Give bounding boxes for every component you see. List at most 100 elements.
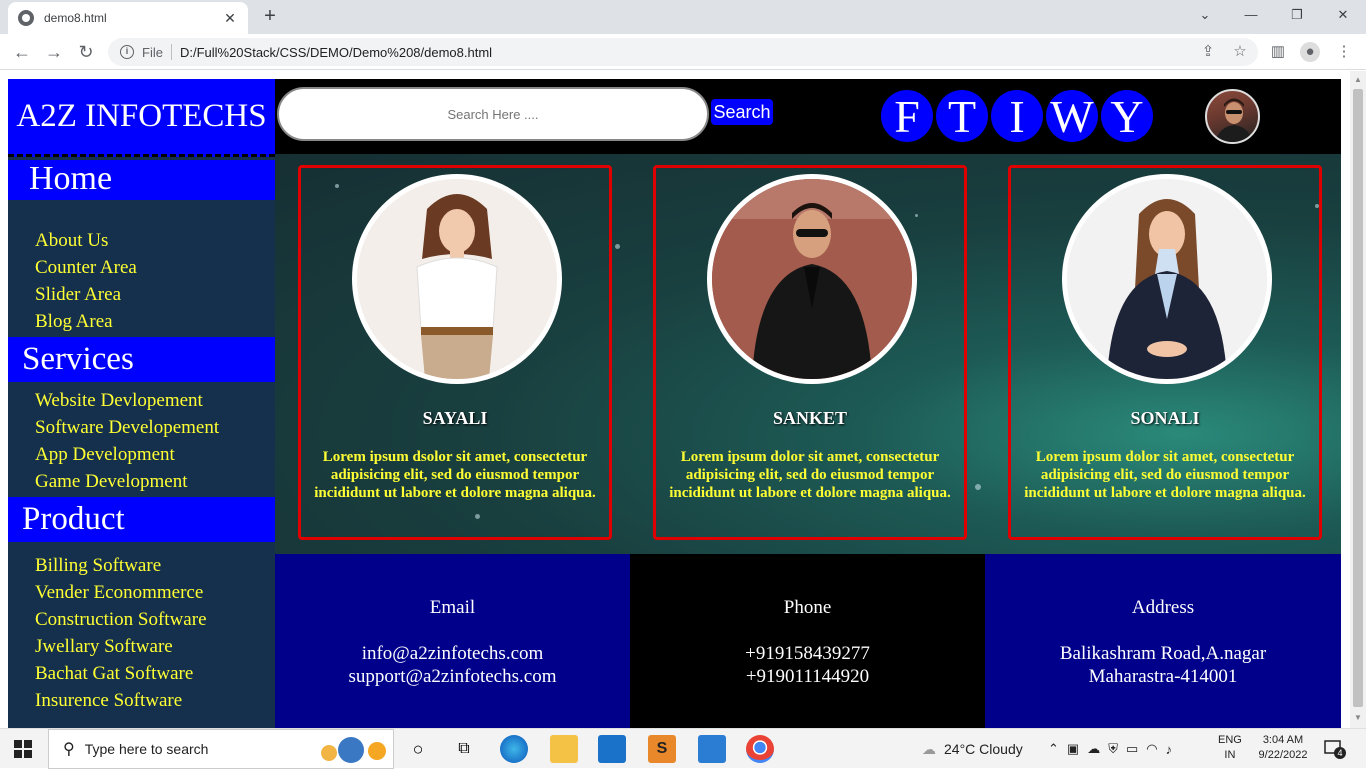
chrome-icon[interactable] [746, 735, 774, 763]
sidebar-item-website-development[interactable]: Website Devlopement [35, 390, 203, 412]
footer-email-line[interactable]: support@a2zinfotechs.com [275, 666, 630, 688]
sublime-text-icon[interactable]: S [648, 735, 676, 763]
clock-date: 9/22/2022 [1258, 749, 1308, 761]
defender-icon[interactable]: ⛨ [1108, 741, 1118, 757]
sidebar-item-game-development[interactable]: Game Development [35, 471, 187, 493]
sidebar-item-jewellery-software[interactable]: Jwellary Software [35, 636, 173, 658]
tab-search-chevron-icon[interactable]: ⌄ [1182, 0, 1228, 30]
close-tab-icon[interactable]: ✕ [222, 10, 238, 27]
footer-address: Address Balikashram Road,A.nagar Maharas… [985, 554, 1341, 728]
system-tray: ⌃ ▣ ☁ ⛨ ▭ ◠ ♪ [1048, 729, 1172, 769]
weather-balloon-icon [317, 736, 387, 764]
sidebar-heading-home[interactable]: Home [8, 160, 275, 200]
sidebar-item-construction-software[interactable]: Construction Software [35, 609, 207, 631]
site-search-input[interactable] [277, 87, 709, 141]
sidebar-item-counter-area[interactable]: Counter Area [35, 257, 137, 279]
sidebar-item-about-us[interactable]: About Us [35, 230, 108, 252]
sidebar-item-insurance-software[interactable]: Insurence Software [35, 690, 182, 712]
wifi-icon[interactable]: ◠ [1146, 741, 1157, 757]
cortana-icon[interactable]: ○ [404, 735, 432, 763]
windows-start-icon[interactable] [14, 740, 32, 758]
team-member-photo [352, 174, 562, 384]
bookmark-star-icon[interactable]: ☆ [1230, 42, 1250, 62]
team-member-photo [1062, 174, 1272, 384]
scroll-up-arrow-icon[interactable]: ▲ [1350, 75, 1366, 84]
facebook-icon[interactable]: F [881, 90, 933, 142]
edge-browser-icon[interactable] [500, 735, 528, 763]
photos-icon[interactable] [698, 735, 726, 763]
forward-icon[interactable]: → [42, 40, 66, 64]
scroll-down-arrow-icon[interactable]: ▼ [1350, 713, 1366, 722]
taskbar-search[interactable]: ⚲ Type here to search [48, 729, 394, 769]
team-cards-section: SAYALI Lorem ipsum dsolor sit amet, cons… [275, 154, 1341, 554]
footer-phone-line[interactable]: +919011144920 [630, 666, 985, 688]
browser-tab-strip: demo8.html ✕ + ⌄ — ❐ ✕ [0, 0, 1366, 34]
search-icon: ⚲ [63, 741, 75, 758]
footer-phone-line[interactable]: +919158439277 [630, 643, 985, 665]
site-header: Search F T I W Y [275, 79, 1341, 154]
sidebar-heading-services[interactable]: Services [8, 337, 275, 382]
new-tab-icon[interactable]: + [258, 4, 282, 28]
sidebar-item-slider-area[interactable]: Slider Area [35, 284, 121, 306]
url-text: D:/Full%20Stack/CSS/DEMO/Demo%208/demo8.… [179, 44, 493, 60]
language-indicator[interactable]: ENG IN [1218, 733, 1242, 763]
footer-address-title: Address [1131, 597, 1195, 618]
team-card: SONALI Lorem ipsum dolor sit amet, conse… [1008, 165, 1322, 540]
sidebar-item-blog-area[interactable]: Blog Area [35, 311, 113, 333]
footer-email: Email info@a2zinfotechs.com support@a2zi… [275, 554, 630, 728]
user-avatar[interactable] [1205, 89, 1260, 144]
twitter-icon[interactable]: T [936, 90, 988, 142]
minimize-icon[interactable]: — [1228, 0, 1274, 30]
notification-center-icon[interactable]: 4 [1324, 739, 1346, 759]
site-search-button[interactable]: Search [711, 99, 773, 125]
task-view-icon[interactable]: ⧉ [450, 735, 478, 763]
menu-kebab-icon[interactable]: ⋮ [1334, 42, 1354, 62]
sidebar-item-app-development[interactable]: App Development [35, 444, 175, 466]
scrollbar-thumb[interactable] [1353, 89, 1363, 707]
mail-icon[interactable] [598, 735, 626, 763]
sidebar-item-bachat-gat-software[interactable]: Bachat Gat Software [35, 663, 193, 685]
background-sparkle [615, 244, 620, 249]
team-member-name: SONALI [1130, 408, 1200, 428]
whatsapp-icon[interactable]: W [1046, 90, 1098, 142]
windows-taskbar: ⚲ Type here to search ○ ⧉ S ☁ 24°C Cloud… [0, 728, 1366, 769]
onedrive-icon[interactable]: ☁ [1087, 741, 1100, 757]
side-panel-icon[interactable]: ▥ [1268, 42, 1288, 62]
notification-count-badge: 4 [1334, 747, 1346, 759]
team-member-bio: Lorem ipsum dsolor sit amet, consectetur… [314, 449, 596, 501]
page-scrollbar[interactable]: ▲ ▼ [1350, 71, 1366, 728]
site-logo[interactable]: A2Z INFOTECHS [8, 79, 275, 157]
sidebar-item-software-development[interactable]: Software Developement [35, 417, 219, 439]
language-line-1: ENG [1218, 734, 1242, 746]
back-icon[interactable]: ← [10, 40, 34, 64]
weather-widget[interactable]: ☁ 24°C Cloudy [922, 729, 1023, 769]
file-explorer-icon[interactable] [550, 735, 578, 763]
omnibox[interactable]: i File D:/Full%20Stack/CSS/DEMO/Demo%208… [108, 38, 1258, 66]
clock[interactable]: 3:04 AM 9/22/2022 [1252, 733, 1314, 763]
restore-icon[interactable]: ❐ [1274, 0, 1320, 30]
browser-tab[interactable]: demo8.html ✕ [8, 2, 248, 34]
tray-chevron-up-icon[interactable]: ⌃ [1048, 741, 1059, 757]
youtube-icon[interactable]: Y [1101, 90, 1153, 142]
sidebar-item-vender-ecommerce[interactable]: Vender Econommerce [35, 582, 203, 604]
meet-now-icon[interactable]: ▣ [1067, 741, 1079, 757]
url-scheme: File [142, 44, 163, 60]
sidebar-item-billing-software[interactable]: Billing Software [35, 555, 161, 577]
weather-text: 24°C Cloudy [944, 741, 1023, 757]
footer-email-line[interactable]: info@a2zinfotechs.com [275, 643, 630, 665]
profile-icon[interactable]: ● [1300, 42, 1320, 62]
team-member-name: SAYALI [422, 408, 488, 428]
volume-icon[interactable]: ♪ [1166, 742, 1173, 757]
background-sparkle [975, 484, 981, 490]
close-window-icon[interactable]: ✕ [1320, 0, 1366, 30]
battery-icon[interactable]: ▭ [1126, 741, 1138, 757]
team-member-photo [707, 174, 917, 384]
footer-phone: Phone +919158439277 +919011144920 [630, 554, 985, 728]
reload-icon[interactable]: ↻ [74, 40, 98, 64]
share-icon[interactable]: ⇪ [1198, 42, 1218, 62]
instagram-icon[interactable]: I [991, 90, 1043, 142]
sidebar-heading-product[interactable]: Product [8, 497, 275, 542]
info-icon[interactable]: i [120, 45, 134, 59]
footer-email-title: Email [429, 597, 476, 618]
team-member-bio: Lorem ipsum dolor sit amet, consectetur … [669, 449, 951, 501]
